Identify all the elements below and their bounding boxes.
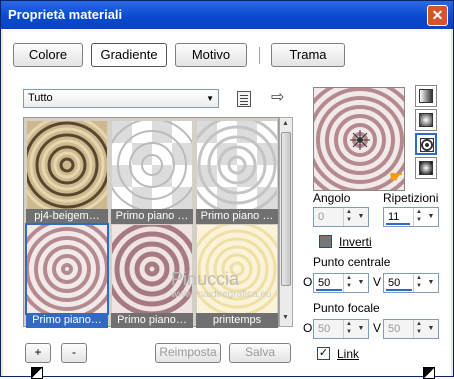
tab-divider <box>259 47 260 64</box>
tab-trama[interactable]: Trama <box>271 43 345 67</box>
spinner-updown-icon[interactable]: ▲ ▼ <box>343 274 354 292</box>
link-checkbox[interactable]: ✓ <box>317 347 330 360</box>
focal-h-spinner[interactable]: 50 ▲ ▼ ▼ <box>313 319 369 339</box>
swap-corner-right-icon[interactable] <box>423 367 435 379</box>
center-v-spinner[interactable]: 50 ▲ ▼ ▼ <box>383 273 439 293</box>
gallery-item[interactable]: pj4-beigem… <box>26 120 108 224</box>
gallery-item-label: Primo piano… <box>26 313 108 328</box>
center-h-spinner[interactable]: 50 ▲ ▼ ▼ <box>313 273 369 293</box>
chevron-down-icon[interactable]: ▼ <box>355 320 367 338</box>
gallery-item[interactable]: Primo piano … <box>111 120 193 224</box>
scroll-down-icon[interactable]: ▼ <box>282 314 289 321</box>
gallery-item-selected[interactable]: Primo piano… <box>25 223 109 328</box>
focal-v-value: 50 <box>388 323 401 335</box>
swap-corner-left-icon[interactable] <box>31 367 43 379</box>
center-v-value: 50 <box>388 277 401 289</box>
chevron-down-icon[interactable]: ▼ <box>425 320 437 338</box>
spinner-updown-icon[interactable]: ▲ ▼ <box>413 274 424 292</box>
focal-h-value: 50 <box>318 323 331 335</box>
reset-button[interactable]: Reimposta <box>155 343 221 363</box>
repeats-slider-fill <box>386 223 410 225</box>
tab-colore[interactable]: Colore <box>13 43 83 67</box>
link-label: Link <box>337 347 360 361</box>
add-button[interactable]: + <box>25 343 51 363</box>
chevron-down-icon: ▼ <box>206 94 214 103</box>
sunburst-gradient-icon[interactable] <box>415 133 437 155</box>
title-bar[interactable]: Proprietà materiali ✕ <box>1 1 453 29</box>
close-icon: ✕ <box>431 7 444 23</box>
watermark: Pinuccia <box>171 269 240 289</box>
dialog-body: Colore Gradiente Motivo Trama Tutto ▼ ⇨ … <box>3 29 451 379</box>
gallery-item-label: pj4-beigem… <box>26 209 108 224</box>
tab-motivo[interactable]: Motivo <box>175 43 247 67</box>
focal-h-label: O <box>303 321 313 335</box>
center-h-value: 50 <box>318 277 331 289</box>
invert-label: Inverti <box>339 235 372 249</box>
center-v-slider-fill <box>386 289 412 291</box>
watermark-url: www.maidiregrafica.eu <box>171 289 272 300</box>
gallery-item-label: Primo piano … <box>196 209 278 224</box>
focal-v-spinner[interactable]: 50 ▲ ▼ ▼ <box>383 319 439 339</box>
save-button[interactable]: Salva <box>229 343 291 363</box>
library-icon[interactable] <box>237 91 251 107</box>
spinner-updown-icon[interactable]: ▲ ▼ <box>343 320 354 338</box>
gradient-thumbnail <box>112 121 192 209</box>
tab-gradiente[interactable]: Gradiente <box>91 43 167 67</box>
repeats-label: Ripetizioni <box>383 191 439 205</box>
angle-value: 0 <box>318 211 325 223</box>
pointer-hand-icon: ☛ <box>389 169 404 186</box>
linear-gradient-icon[interactable] <box>415 85 437 107</box>
gradient-thumbnail <box>197 121 277 209</box>
gallery-scrollbar[interactable]: ▲ ▼ <box>279 117 293 327</box>
chevron-down-icon[interactable]: ▼ <box>355 208 367 226</box>
gallery-item[interactable]: Primo piano … <box>196 120 278 224</box>
angle-label: Angolo <box>313 191 351 205</box>
close-button[interactable]: ✕ <box>427 5 448 26</box>
repeats-value: 11 <box>388 211 400 223</box>
spinner-updown-icon[interactable]: ▲ ▼ <box>413 208 424 226</box>
rectangular-gradient-icon[interactable] <box>415 109 437 131</box>
radial-gradient-icon[interactable] <box>415 157 437 179</box>
chevron-down-icon[interactable]: ▼ <box>355 274 367 292</box>
gallery-item-label: printemps <box>196 313 278 328</box>
center-h-label: O <box>303 275 313 289</box>
scroll-up-icon[interactable]: ▲ <box>282 120 289 127</box>
chevron-down-icon[interactable]: ▼ <box>425 274 437 292</box>
gallery-item-label: Primo piano … <box>111 209 193 224</box>
center-v-label: V <box>373 275 382 289</box>
gradient-thumbnail <box>27 121 107 209</box>
spinner-updown-icon[interactable]: ▲ ▼ <box>413 320 424 338</box>
angle-spinner[interactable]: 0 ▲ ▼ ▼ <box>313 207 369 227</box>
center-h-slider-fill <box>316 289 342 291</box>
focal-point-label: Punto focale <box>313 301 380 315</box>
repeats-spinner[interactable]: 11 ▲ ▼ ▼ <box>383 207 439 227</box>
material-properties-window: Proprietà materiali ✕ Colore Gradiente M… <box>0 0 454 379</box>
chevron-down-icon[interactable]: ▼ <box>425 208 437 226</box>
spinner-updown-icon[interactable]: ▲ ▼ <box>343 208 354 226</box>
category-dropdown-value: Tutto <box>28 92 53 104</box>
invert-checkbox[interactable] <box>319 235 332 248</box>
category-dropdown[interactable]: Tutto ▼ <box>23 89 219 108</box>
gradient-thumbnail <box>25 223 109 315</box>
remove-button[interactable]: - <box>61 343 87 363</box>
center-point-label: Punto centrale <box>313 255 391 269</box>
focal-v-label: V <box>373 321 382 335</box>
gallery-item-label: Primo piano… <box>111 313 193 328</box>
window-title: Proprietà materiali <box>8 7 123 22</box>
scrollbar-thumb[interactable] <box>281 132 291 286</box>
arrow-right-icon[interactable]: ⇨ <box>271 87 284 107</box>
